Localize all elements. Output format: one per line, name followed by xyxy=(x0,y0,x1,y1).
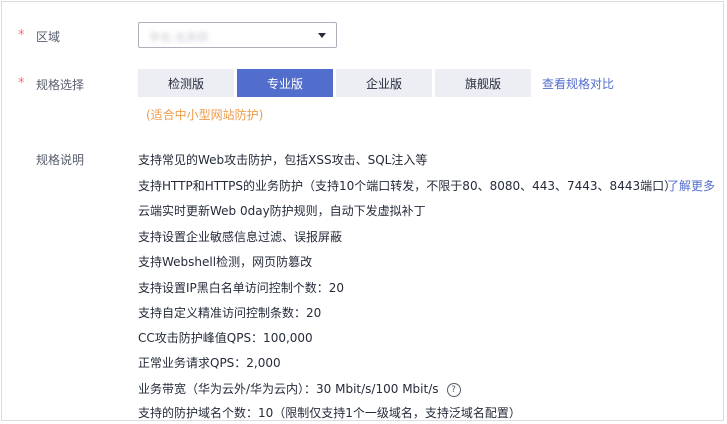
spec-item: 支持设置企业敏感信息过滤、误报屏蔽 xyxy=(138,230,343,244)
help-icon[interactable]: ? xyxy=(446,382,461,397)
spec-desc-label: 规格说明 xyxy=(36,153,85,167)
spec-item: CC攻击防护峰值QPS：100,000 xyxy=(138,331,313,345)
edition-hint: (适合中小型网站防护) xyxy=(146,108,264,122)
spec-item: 业务带宽（华为云外/华为云内）：30 Mbit/s/100 Mbit/s? xyxy=(138,380,461,397)
spec-item: 支持常见的Web攻击防护，包括XSS攻击、SQL注入等 xyxy=(138,153,428,167)
spec-item: 支持自定义精准访问控制条数：20 xyxy=(138,306,322,320)
tab-enterprise[interactable]: 企业版 xyxy=(336,69,432,97)
tab-flagship[interactable]: 旗舰版 xyxy=(435,69,531,97)
tab-professional[interactable]: 专业版 xyxy=(237,69,333,97)
required-mark: * xyxy=(18,76,25,91)
tab-detection[interactable]: 检测版 xyxy=(138,69,234,97)
compare-specs-link[interactable]: 查看规格对比 xyxy=(542,75,614,92)
spec-item-text: 业务带宽（华为云外/华为云内）：30 Mbit/s/100 Mbit/s xyxy=(138,382,439,396)
spec-item: 支持HTTP和HTTPS的业务防护（支持10个端口转发，不限于80、8080、4… xyxy=(138,177,676,194)
chevron-down-icon xyxy=(318,33,326,38)
learn-more-link[interactable]: 了解更多 xyxy=(667,177,715,194)
spec-item: 云端实时更新Web 0day防护规则，自动下发虚拟补丁 xyxy=(138,204,426,218)
spec-item: 正常业务请求QPS：2,000 xyxy=(138,356,281,370)
spec-item: 支持的防护域名个数：10（限制仅支持1个一级域名，支持泛域名配置） xyxy=(138,406,521,420)
required-mark: * xyxy=(18,28,25,43)
spec-select-label: 规格选择 xyxy=(36,78,85,92)
spec-item: 支持设置IP黑白名单访问控制个数：20 xyxy=(138,281,345,295)
region-label: 区域 xyxy=(36,30,61,44)
region-select[interactable]: 华北-北京四 xyxy=(138,22,337,48)
region-select-value: 华北-北京四 xyxy=(149,31,208,44)
spec-item: 支持Webshell检测，网页防篡改 xyxy=(138,255,313,269)
spec-item-text: 支持HTTP和HTTPS的业务防护（支持10个端口转发，不限于80、8080、4… xyxy=(138,179,677,193)
